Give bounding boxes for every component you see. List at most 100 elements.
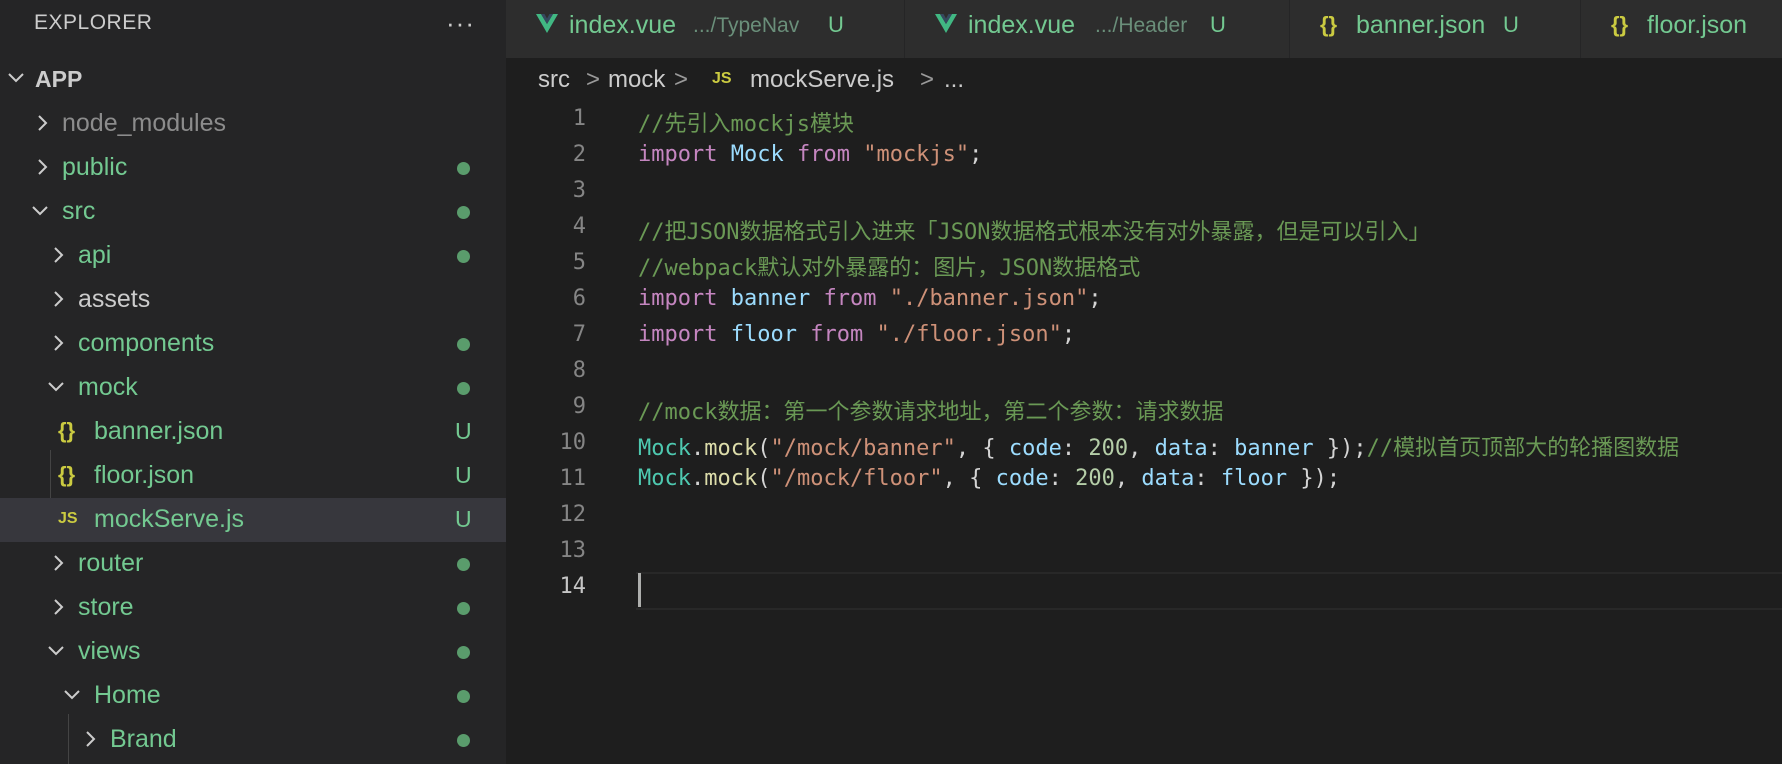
chevron-down-icon — [60, 678, 84, 712]
tree-item-api[interactable]: api — [0, 234, 506, 278]
git-untracked-badge: U — [455, 506, 472, 532]
breadcrumb-item[interactable]: src — [538, 66, 570, 94]
git-modified-dot — [457, 690, 470, 703]
tree-root-label: APP — [35, 66, 83, 92]
chevron-right-icon — [46, 546, 70, 580]
breadcrumb-item[interactable]: mockServe.js — [750, 66, 894, 94]
chevron-right-icon — [30, 106, 54, 140]
code-line: 2 import Mock from "mockjs"; — [506, 140, 1782, 176]
git-modified-dot — [457, 338, 470, 351]
chevron-right-icon — [46, 238, 70, 272]
line-number: 2 — [572, 142, 586, 167]
tree-item-public[interactable]: public — [0, 146, 506, 190]
code-text: //把JSON数据格式引入进来「JSON数据格式根本没有对外暴露，但是可以引入」 — [638, 220, 1431, 245]
tab-label: index.vue — [968, 11, 1076, 39]
line-number: 11 — [559, 466, 587, 491]
tab-label: index.vue — [569, 11, 677, 39]
json-file-icon: {} — [1611, 12, 1629, 37]
tree-item-brand[interactable]: Brand — [0, 718, 506, 762]
line-number: 13 — [559, 538, 587, 563]
line-number: 8 — [572, 358, 586, 383]
tree-item-label: api — [78, 241, 112, 269]
code-text: Mock.mock("/mock/banner", { code: 200, d… — [638, 436, 1680, 461]
tree-item-label: views — [78, 637, 141, 665]
tab-label: banner.json — [1356, 11, 1486, 39]
chevron-down-icon — [28, 194, 52, 228]
code-line: 9 //mock数据：第一个参数请求地址，第二个参数：请求数据 — [506, 392, 1782, 428]
tree-item-label: node_modules — [62, 109, 227, 137]
code-text: Mock.mock("/mock/floor", { code: 200, da… — [638, 466, 1341, 491]
tree-item-views[interactable]: views — [0, 630, 506, 674]
tab-banner-json[interactable]: {} banner.json U — [1290, 0, 1581, 58]
tree-item-node-modules[interactable]: node_modules — [0, 102, 506, 146]
code-line: 4 //把JSON数据格式引入进来「JSON数据格式根本没有对外暴露，但是可以引… — [506, 212, 1782, 248]
tree-item-label: Home — [94, 681, 161, 709]
git-modified-dot — [457, 734, 470, 747]
tree-item-label: mock — [78, 373, 138, 401]
tree-item-assets[interactable]: assets — [0, 278, 506, 322]
code-text: //webpack默认对外暴露的：图片，JSON数据格式 — [638, 256, 1141, 281]
breadcrumb-item[interactable]: mock — [608, 66, 665, 94]
git-modified-dot — [457, 646, 470, 659]
chevron-right-icon — [46, 590, 70, 624]
line-number: 14 — [559, 574, 587, 599]
tree-item-label: Brand — [110, 725, 177, 753]
tab-label: floor.json — [1647, 11, 1748, 39]
git-modified-dot — [457, 206, 470, 219]
breadcrumb-item[interactable]: ... — [944, 66, 964, 94]
explorer-header: EXPLORER ··· — [0, 0, 506, 48]
code-text: import Mock from "mockjs"; — [638, 142, 983, 167]
line-number: 4 — [572, 214, 586, 239]
line-number: 12 — [559, 502, 587, 527]
tree-item-mockserve-js[interactable]: JS mockServe.js U — [0, 498, 506, 542]
tree-item-label: src — [62, 197, 96, 225]
tree-item-src[interactable]: src — [0, 190, 506, 234]
tree-item-floor-json[interactable]: {} floor.json U — [0, 454, 506, 498]
code-line: 8 — [506, 356, 1782, 392]
chevron-right-icon — [30, 150, 54, 184]
tab-description: .../TypeNav — [693, 14, 800, 37]
more-actions-icon[interactable]: ··· — [446, 8, 475, 39]
line-number: 7 — [572, 322, 586, 347]
code-line: 5 //webpack默认对外暴露的：图片，JSON数据格式 — [506, 248, 1782, 284]
line-number: 6 — [572, 286, 586, 311]
json-file-icon: {} — [1320, 12, 1338, 37]
breadcrumb-separator: > — [674, 66, 689, 93]
text-cursor — [638, 573, 641, 607]
breadcrumb-separator: > — [920, 66, 935, 93]
tree-item-label: mockServe.js — [94, 505, 245, 533]
code-line: 13 — [506, 536, 1782, 572]
git-untracked-badge: U — [1210, 12, 1226, 37]
tree-item-label: assets — [78, 285, 151, 313]
code-editor[interactable]: 1 //先引入mockjs模块 2 import Mock from "mock… — [506, 104, 1782, 764]
tab-index-vue-header[interactable]: index.vue .../Header U — [905, 0, 1290, 58]
chevron-right-icon — [78, 722, 102, 756]
tree-item-router[interactable]: router — [0, 542, 506, 586]
tree-root-app[interactable]: APP — [0, 57, 506, 101]
breadcrumb: src > mock > JS mockServe.js > ... — [506, 58, 1782, 104]
code-line: 7 import floor from "./floor.json"; — [506, 320, 1782, 356]
code-text: //mock数据：第一个参数请求地址，第二个参数：请求数据 — [638, 400, 1224, 425]
tab-index-vue-typenav[interactable]: index.vue .../TypeNav U — [506, 0, 905, 58]
chevron-right-icon — [46, 326, 70, 360]
vue-file-icon — [935, 14, 957, 39]
tree-item-label: banner.json — [94, 417, 224, 445]
tree-item-banner-json[interactable]: {} banner.json U — [0, 410, 506, 454]
line-number: 3 — [572, 178, 586, 203]
vue-file-icon — [536, 14, 558, 39]
json-file-icon: {} — [58, 462, 76, 487]
line-number: 9 — [572, 394, 586, 419]
tree-item-store[interactable]: store — [0, 586, 506, 630]
tree-item-home[interactable]: Home — [0, 674, 506, 718]
line-number: 1 — [572, 106, 586, 131]
code-line-current: 14 — [506, 572, 1782, 610]
tab-floor-json[interactable]: {} floor.json — [1581, 0, 1782, 58]
line-number: 5 — [572, 250, 586, 275]
tree-item-components[interactable]: components — [0, 322, 506, 366]
current-line-highlight — [636, 572, 1782, 610]
tree-item-mock[interactable]: mock — [0, 366, 506, 410]
line-number: 10 — [559, 430, 587, 455]
git-modified-dot — [457, 162, 470, 175]
tree-item-label: components — [78, 329, 215, 357]
tab-description: .../Header — [1095, 14, 1188, 37]
